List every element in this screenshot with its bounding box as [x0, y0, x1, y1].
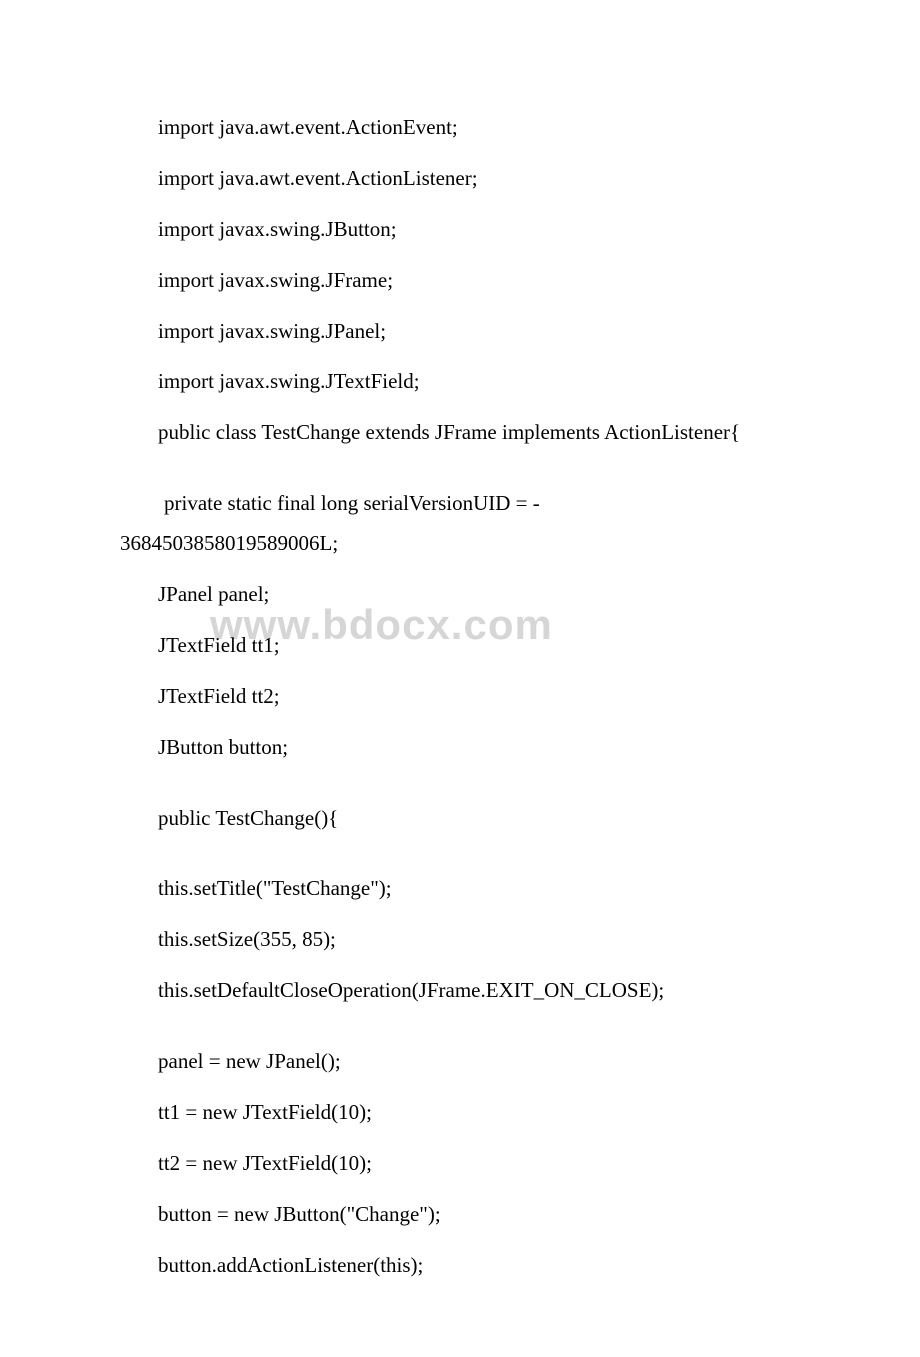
- code-line: this.setTitle("TestChange");: [120, 869, 800, 909]
- blank-line: [120, 464, 800, 484]
- code-line: JPanel panel;: [120, 575, 800, 615]
- code-text: 3684503858019589006L;: [120, 531, 338, 555]
- code-text: JButton button;: [158, 735, 288, 759]
- code-text: private static final long serialVersionU…: [120, 491, 540, 515]
- code-line: import javax.swing.JButton;: [120, 210, 800, 250]
- code-line: tt2 = new JTextField(10);: [120, 1144, 800, 1184]
- code-text: button.addActionListener(this);: [158, 1253, 423, 1277]
- code-line: button.addActionListener(this);: [120, 1246, 800, 1286]
- code-text: JTextField tt2;: [158, 684, 280, 708]
- code-line: public class TestChange extends JFrame i…: [120, 413, 800, 453]
- code-line: button = new JButton("Change");: [120, 1195, 800, 1235]
- code-text: import javax.swing.JPanel;: [158, 319, 386, 343]
- code-line: tt1 = new JTextField(10);: [120, 1093, 800, 1133]
- code-text: this.setTitle("TestChange");: [158, 876, 392, 900]
- code-text: import java.awt.event.ActionListener;: [158, 166, 478, 190]
- code-text: tt1 = new JTextField(10);: [158, 1100, 372, 1124]
- code-line: import javax.swing.JTextField;: [120, 362, 800, 402]
- code-text: tt2 = new JTextField(10);: [158, 1151, 372, 1175]
- code-text: panel = new JPanel();: [158, 1049, 341, 1073]
- code-line: import java.awt.event.ActionEvent;: [120, 108, 800, 148]
- code-line: private static final long serialVersionU…: [120, 484, 800, 564]
- code-text: public class TestChange extends JFrame i…: [158, 420, 740, 444]
- code-line: panel = new JPanel();: [120, 1042, 800, 1082]
- code-line: this.setDefaultCloseOperation(JFrame.EXI…: [120, 971, 800, 1011]
- code-line: JTextField tt2;: [120, 677, 800, 717]
- document-page: www.bdocx.com import java.awt.event.Acti…: [0, 0, 920, 1357]
- code-text: JPanel panel;: [158, 582, 269, 606]
- code-text: import java.awt.event.ActionEvent;: [158, 115, 458, 139]
- code-text: import javax.swing.JFrame;: [158, 268, 393, 292]
- code-line: JTextField tt1;: [120, 626, 800, 666]
- code-line: import java.awt.event.ActionListener;: [120, 159, 800, 199]
- code-text: this.setDefaultCloseOperation(JFrame.EXI…: [158, 978, 664, 1002]
- code-text: button = new JButton("Change");: [158, 1202, 441, 1226]
- code-line: public TestChange(){: [120, 799, 800, 839]
- blank-line: [120, 779, 800, 799]
- code-text: import javax.swing.JButton;: [158, 217, 397, 241]
- code-text: import javax.swing.JTextField;: [158, 369, 420, 393]
- code-line: JButton button;: [120, 728, 800, 768]
- code-text: JTextField tt1;: [158, 633, 280, 657]
- blank-line: [120, 849, 800, 869]
- code-line: this.setSize(355, 85);: [120, 920, 800, 960]
- blank-line: [120, 1022, 800, 1042]
- code-text: public TestChange(){: [158, 806, 338, 830]
- code-line: import javax.swing.JPanel;: [120, 312, 800, 352]
- code-text: this.setSize(355, 85);: [158, 927, 336, 951]
- code-line: import javax.swing.JFrame;: [120, 261, 800, 301]
- code-content: import java.awt.event.ActionEvent; import…: [120, 108, 800, 1286]
